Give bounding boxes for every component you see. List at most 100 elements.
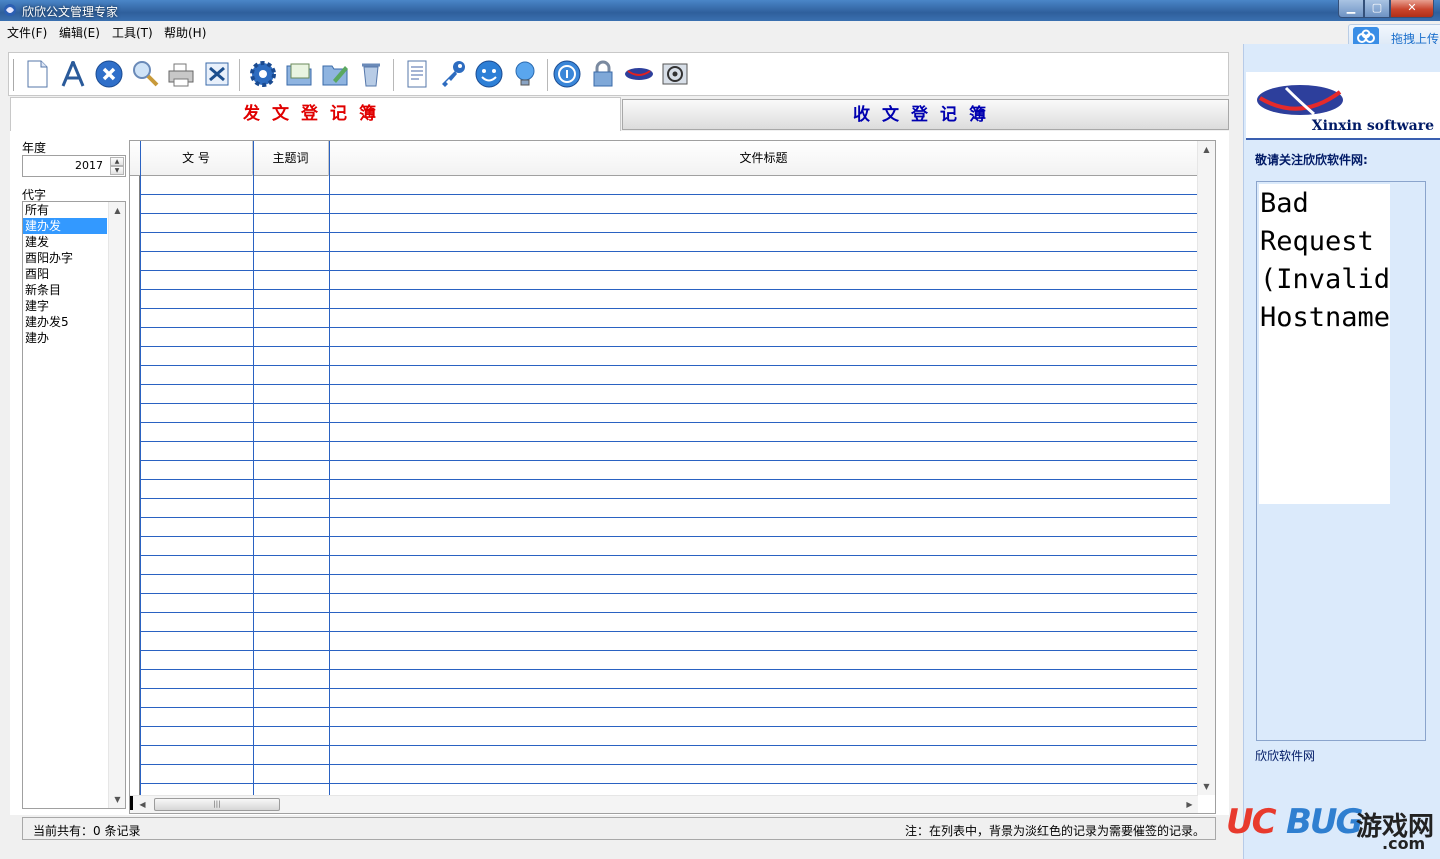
menu-tools[interactable]: 工具(T) [112,24,153,41]
column-header-subject[interactable]: 主题词 [253,141,329,176]
daizi-list-item[interactable]: 建发 [23,234,107,250]
delete-icon [95,60,123,88]
column-divider [329,141,330,795]
toolbar-grip[interactable] [13,59,16,91]
brand-name: Xinxin software [1311,118,1434,134]
error-message-line: Request [1260,226,1374,257]
row-indicator-column [130,176,140,795]
menu-help[interactable]: 帮助(H) [164,24,206,41]
daizi-list-item[interactable]: 酉阳 [23,266,107,282]
watermark-com: .com [1382,834,1426,853]
settings-button[interactable] [247,58,279,90]
grid-rows[interactable] [140,176,1198,795]
status-note: 注：在列表中，背景为淡红色的记录为需要催签的记录。 [904,824,1205,838]
grid-horizontal-scrollbar[interactable]: ◀ ||| ▶ [130,795,1198,813]
year-spinner[interactable]: 2017 ▲ ▼ [22,155,126,177]
new-document-button[interactable] [21,58,53,90]
title-bar: 欣欣公文管理专家 ▁ ▢ ✕ [0,0,1440,21]
scroll-down-arrow-icon[interactable]: ▼ [109,791,125,808]
folder-edit-icon [322,65,348,86]
format-button[interactable] [57,58,89,90]
key-button[interactable] [437,58,469,90]
site-link[interactable]: 欣欣软件网 [1255,747,1315,764]
daizi-list-item[interactable]: 酉阳办字 [23,250,107,266]
report-icon [407,60,427,88]
scroll-up-arrow-icon[interactable]: ▲ [109,202,125,219]
column-header-doc-number[interactable]: 文 号 [140,141,253,176]
search-button[interactable] [129,58,161,90]
daizi-list-item[interactable]: 建字 [23,298,107,314]
error-message-line: Bad [1260,188,1309,219]
daizi-list-item[interactable]: 建办发 [23,218,107,234]
year-value: 2017 [75,159,103,172]
status-bar: 当前共有：0 条记录 注：在列表中，背景为淡红色的记录为需要催签的记录。 [22,817,1216,840]
export-excel-button[interactable] [201,58,233,90]
open-button[interactable] [283,58,315,90]
app-icon [4,4,16,16]
xinxin-site-button[interactable] [623,58,655,90]
report-button[interactable] [401,58,433,90]
delete-button[interactable] [93,58,125,90]
tips-button[interactable] [509,58,541,90]
email-button[interactable] [659,58,691,90]
xinxin-logo-icon [1257,85,1343,116]
tab-outgoing-register[interactable]: 发文登记簿 [10,97,621,131]
watermark-bug: BUG [1286,802,1363,842]
close-button[interactable]: ✕ [1390,0,1434,18]
window-title: 欣欣公文管理专家 [22,5,119,19]
edit-folder-button[interactable] [319,58,351,90]
tab-incoming-register[interactable]: 收文登记簿 [622,99,1229,130]
xinxin-logo[interactable]: Xinxin software [1246,72,1440,140]
toolbar-separator [393,59,395,91]
record-count-status: 当前共有：0 条记录 [33,824,141,838]
smiley-button[interactable] [473,58,505,90]
daizi-list-scrollbar[interactable]: ▲ ▼ [108,202,125,808]
lightbulb-icon [515,61,535,86]
minimize-button[interactable]: ▁ [1338,0,1364,18]
trash-icon [362,63,380,87]
email-icon [662,63,688,85]
column-divider [253,141,254,795]
toolbar-separator [239,59,241,91]
scroll-right-arrow-icon[interactable]: ▶ [1181,796,1198,813]
daizi-list[interactable]: 所有 建办发 建发 酉阳办字 酉阳 新条目 建字 建办发5 建办 ▲ ▼ [22,201,126,809]
grid-vertical-scrollbar[interactable]: ▲ ▼ [1197,141,1215,795]
menu-file[interactable]: 文件(F) [7,24,47,41]
grid-header: 文 号 主题词 文件标题 [130,141,1198,176]
menu-edit[interactable]: 编辑(E) [59,24,100,41]
recycle-button[interactable] [355,58,387,90]
daizi-list-item[interactable]: 所有 [23,202,107,218]
key-icon [442,61,465,87]
daizi-list-item[interactable]: 建办 [23,330,107,346]
year-up-button[interactable]: ▲ [110,157,124,166]
new-document-icon [27,60,48,88]
error-message-line: (Invalid [1260,264,1390,295]
compass-icon [61,61,85,87]
about-button[interactable] [551,58,583,90]
horizontal-scroll-thumb[interactable]: ||| [154,798,280,811]
column-header-title[interactable]: 文件标题 [329,141,1198,176]
embedded-web-view[interactable]: Bad Request (Invalid Hostname [1256,181,1426,741]
maximize-button[interactable]: ▢ [1364,0,1390,18]
follow-prompt: 敬请关注欣欣软件网: [1255,153,1368,167]
scroll-up-arrow-icon[interactable]: ▲ [1198,141,1215,158]
printer-icon [168,63,194,87]
daizi-list-item[interactable]: 建办发5 [23,314,107,330]
lock-icon [593,60,613,87]
lock-button[interactable] [587,58,619,90]
column-divider [140,141,141,795]
document-grid: 文 号 主题词 文件标题 ▲ ▼ ◀ ||| ▶ [129,140,1216,814]
scroll-left-arrow-icon[interactable]: ◀ [134,796,151,813]
daizi-list-item[interactable]: 新条目 [23,282,107,298]
toolbar-separator [547,59,549,91]
current-row-marker [130,796,133,810]
web-view-content: Bad Request (Invalid Hostname [1259,184,1390,504]
toolbar [8,52,1229,96]
print-button[interactable] [165,58,197,90]
smiley-icon [475,60,503,88]
open-folder-icon [286,63,312,86]
year-down-button[interactable]: ▼ [110,166,124,175]
scroll-down-arrow-icon[interactable]: ▼ [1198,778,1215,795]
error-message-line: Hostname [1260,302,1390,333]
search-icon [133,61,159,87]
